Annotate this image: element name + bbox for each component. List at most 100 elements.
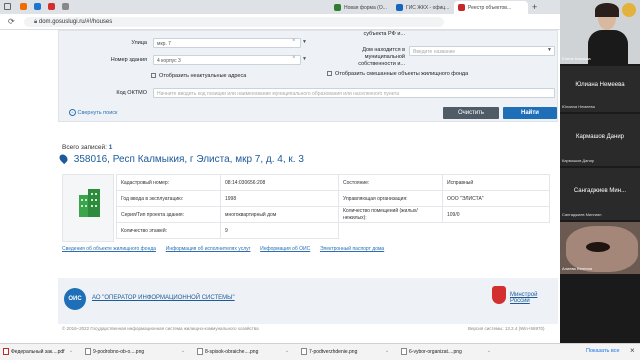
show-all-button[interactable]: Показать все: [586, 348, 620, 354]
oktmo-input[interactable]: Начните вводить код позиции или наименов…: [153, 88, 555, 98]
participant-eye: [586, 242, 610, 252]
oktmo-label: Код ОКТМО: [116, 90, 147, 96]
total-records: Всего записей: 1: [62, 144, 112, 151]
street-clear-icon[interactable]: ×: [292, 38, 296, 44]
building-icon: [79, 189, 100, 217]
municipality-dropdown-icon[interactable]: ▼: [547, 47, 552, 53]
building-image: [62, 174, 114, 242]
download-item[interactable]: 6-vybor-organizat....png: [400, 346, 462, 358]
reload-icon[interactable]: ⟳: [8, 17, 15, 26]
ministry-emblem[interactable]: [492, 286, 506, 304]
management-value: ООО "ЭЛИСТА": [442, 190, 550, 207]
table-row: Серия/Тип проекта здания: многоквартирны…: [116, 206, 550, 223]
ois-logo[interactable]: ОИС: [64, 288, 86, 310]
tab-registry[interactable]: Реестр объектов...: [454, 1, 528, 14]
participant-caption: Кармашов Данир: [562, 158, 595, 163]
checkbox-label: Отобразить неактуальные адреса: [159, 73, 247, 79]
link-house-passport[interactable]: Электронный паспорт дома: [320, 246, 384, 252]
clear-button[interactable]: Очистить: [443, 107, 499, 119]
tab-gis-zhkh[interactable]: ГИС ЖКХ - офиц...: [392, 1, 452, 14]
house-in-municipality-label: Дом находится в муниципальной собственно…: [358, 47, 405, 67]
image-file-icon: [85, 348, 91, 355]
empty-cell: [443, 223, 550, 239]
find-button[interactable]: Найти: [503, 107, 557, 119]
total-value: 1: [108, 144, 113, 151]
link-ois-info[interactable]: Информация об ОИС: [260, 246, 310, 252]
street-dropdown-icon[interactable]: ▼: [302, 39, 307, 45]
participant-tile[interactable]: Сангаджиев Мин... Сангаджиев Мингиян: [560, 168, 640, 220]
download-label: 8-spisok-obraiche....png: [205, 349, 259, 355]
state-value: Исправный: [442, 174, 550, 191]
table-row: Кадастровый номер: 08:14:030656:208 Сост…: [116, 174, 550, 191]
mixed-objects-checkbox[interactable]: Отобразить смешанные объекты жилищного ф…: [327, 71, 468, 77]
url-field[interactable]: 🔒︎ dom.gosuslugi.ru/#!/houses: [24, 17, 444, 27]
download-chevron-icon[interactable]: ^: [386, 349, 388, 354]
gosuslugi-icon: [458, 4, 465, 11]
download-label: 9-podrobno-ob-o....png: [93, 349, 145, 355]
speaker-hair: [595, 3, 619, 17]
cadastral-label: Кадастровый номер:: [116, 174, 221, 191]
tab-red-favicon[interactable]: [48, 3, 55, 10]
rooms-value: 109/0: [442, 206, 550, 223]
house-dropdown-icon[interactable]: ▼: [302, 56, 307, 62]
house-input[interactable]: 4 корпус 3: [153, 55, 301, 65]
close-downloads-icon[interactable]: ×: [630, 346, 635, 355]
download-chevron-icon[interactable]: ^: [286, 349, 288, 354]
management-label: Управляющая организация:: [338, 190, 443, 207]
tab-gray-favicon[interactable]: [62, 3, 69, 10]
tab-new-form[interactable]: Новая форма (О...: [330, 1, 390, 14]
floors-value: 9: [220, 222, 339, 239]
ministry-link[interactable]: Минстрой России: [510, 292, 558, 304]
speaker-video[interactable]: Елена Клыкова: [560, 0, 640, 64]
speaker-caption: Елена Клыкова: [562, 56, 591, 61]
tab-list-icon[interactable]: [4, 3, 11, 10]
download-item[interactable]: 7-podtverzhdenie.png: [300, 346, 357, 358]
tab-orange-favicon[interactable]: [20, 3, 27, 10]
cadastral-value: 08:14:030656:208: [220, 174, 339, 191]
irrelevant-addresses-checkbox[interactable]: Отобразить неактуальные адреса: [151, 73, 246, 79]
participant-tile[interactable]: Юлиана Немеева Юлиана Немеева: [560, 66, 640, 112]
checkbox-box[interactable]: [151, 73, 156, 78]
municipality-input[interactable]: Введите название: [409, 46, 555, 56]
table-row: Год ввода в эксплуатацию: 1998 Управляющ…: [116, 190, 550, 207]
participant-tile[interactable]: Кармашов Данир Кармашов Данир: [560, 114, 640, 166]
table-row: Количество этажей: 9: [116, 222, 550, 239]
footer-band: ОИС АО "ОПЕРАТОР ИНФОРМАЦИОННОЙ СИСТЕМЫ"…: [58, 278, 558, 324]
download-item[interactable]: 9-podrobno-ob-o....png: [84, 346, 144, 358]
tab-blue-favicon[interactable]: [34, 3, 41, 10]
downloads-bar: Федеральный зак....pdf ^ 9-podrobno-ob-o…: [0, 343, 640, 360]
collapse-label: Свернуть поиск: [77, 110, 118, 116]
participant-name: Сангаджиев Мин...: [573, 188, 627, 194]
participant-caption: Сангаджиев Мингиян: [562, 212, 602, 217]
download-chevron-icon[interactable]: ^: [182, 349, 184, 354]
tab-label: Реестр объектов...: [468, 5, 512, 11]
page-content: Улица мкр. 7 × ▼ Номер здания 4 корпус 3…: [0, 30, 560, 343]
download-item[interactable]: Федеральный зак....pdf: [2, 346, 65, 358]
street-label: Улица: [131, 40, 147, 46]
link-service-providers[interactable]: Информация об исполнителях услуг: [166, 246, 251, 252]
download-chevron-icon[interactable]: ^: [488, 349, 490, 354]
copyright: © 2016–2022 Государственная информационн…: [62, 326, 259, 331]
operator-link[interactable]: АО "ОПЕРАТОР ИНФОРМАЦИОННОЙ СИСТЕМЫ": [92, 295, 235, 301]
new-tab-button[interactable]: +: [532, 2, 537, 12]
checkbox-label: Отобразить смешанные объекты жилищного ф…: [335, 71, 469, 77]
location-pin-icon: [57, 152, 70, 165]
image-file-icon: [197, 348, 203, 355]
download-label: 7-podtverzhdenie.png: [309, 349, 358, 355]
collapse-search-link[interactable]: ^ Свернуть поиск: [69, 109, 117, 116]
download-chevron-icon[interactable]: ^: [70, 349, 72, 354]
link-object-info[interactable]: Сведения об объекте жилищного фонда: [62, 246, 156, 252]
house-clear-icon[interactable]: ×: [292, 55, 296, 61]
detail-links: Сведения об объекте жилищного фонда Инфо…: [62, 246, 384, 252]
participant-caption: Алиева Евгения: [562, 266, 592, 271]
checkbox-box[interactable]: [327, 71, 332, 76]
empty-cell: [339, 223, 443, 239]
address-heading[interactable]: 358016, Респ Калмыкия, г Элиста, мкр 7, …: [57, 152, 304, 165]
street-input[interactable]: мкр. 7: [153, 38, 301, 48]
image-file-icon: [301, 348, 307, 355]
participant-name: Кармашов Данир: [575, 134, 625, 140]
address-bar: ⟳ 🔒︎ dom.gosuslugi.ru/#!/houses: [0, 14, 560, 30]
address-text: 358016, Респ Калмыкия, г Элиста, мкр 7, …: [73, 154, 304, 165]
download-item[interactable]: 8-spisok-obraiche....png: [196, 346, 258, 358]
participant-video-tile[interactable]: Алиева Евгения: [560, 222, 640, 274]
